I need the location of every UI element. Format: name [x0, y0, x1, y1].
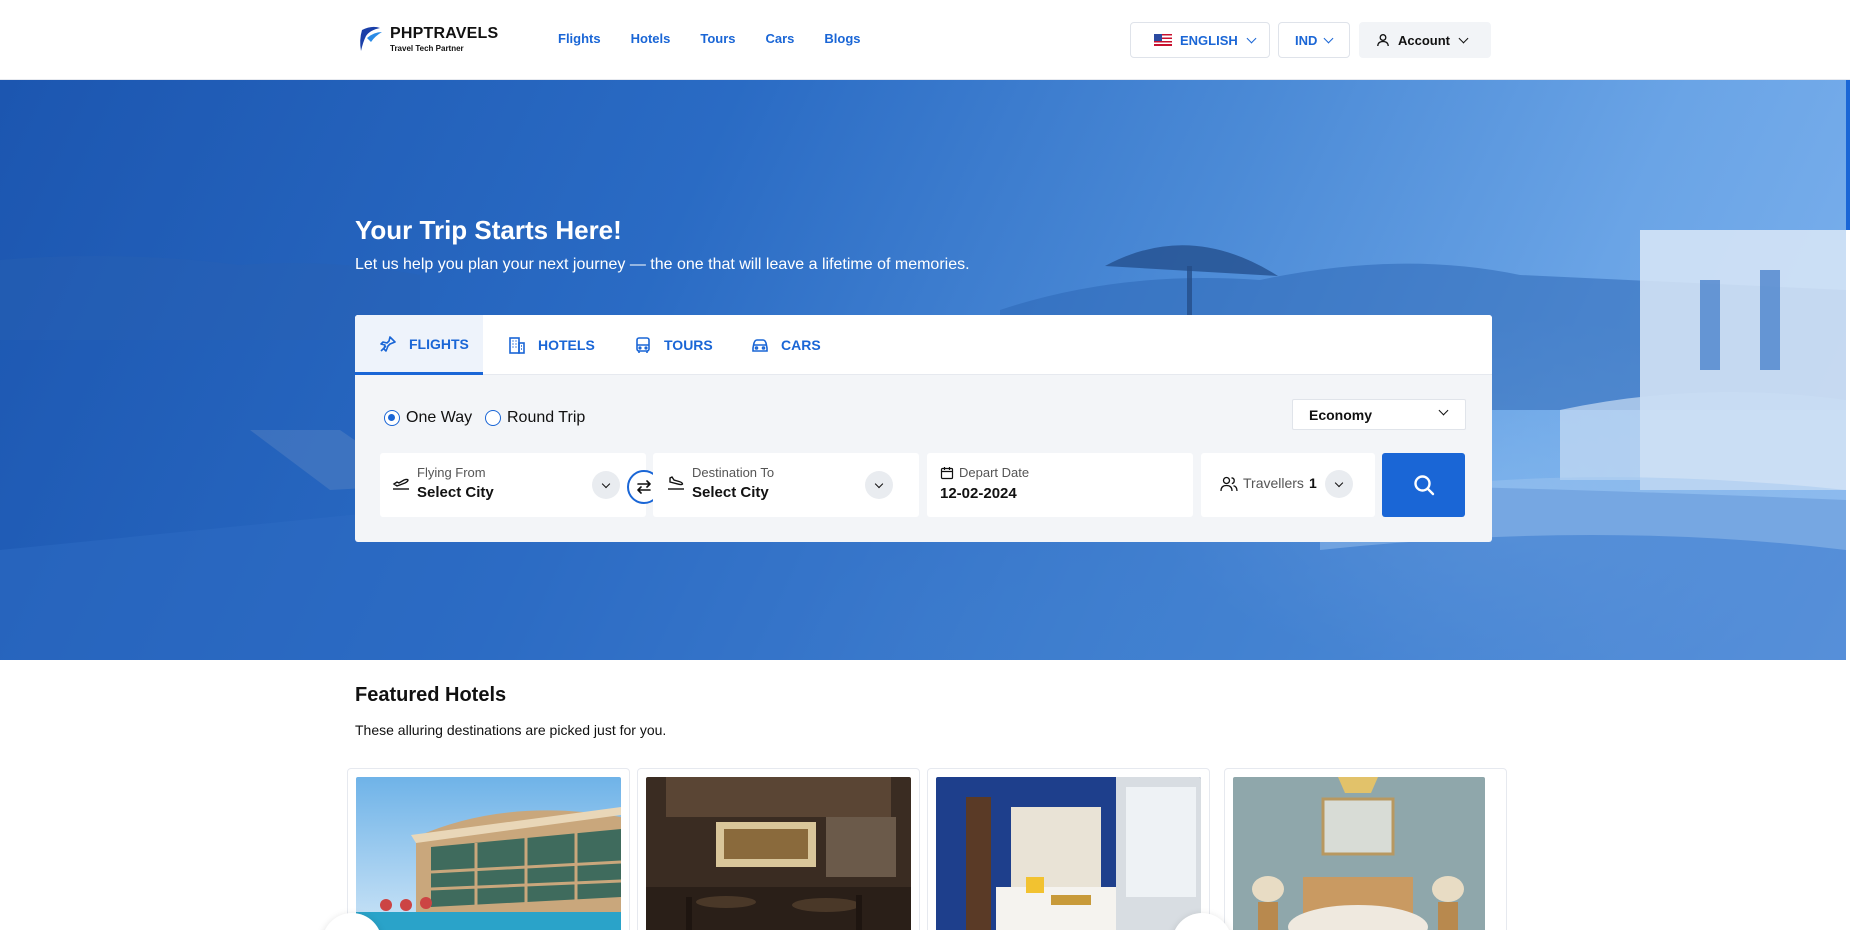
trip-type-one-way[interactable]: One Way — [384, 409, 472, 427]
search-tabs: FLIGHTS HOTELS TOURS CARS — [355, 315, 1492, 375]
main-nav: Flights Hotels Tours Cars Blogs — [558, 31, 861, 46]
landing-icon — [668, 476, 684, 490]
one-way-label: One Way — [406, 409, 473, 426]
hero-subtitle: Let us help you plan your next journey —… — [355, 256, 970, 273]
users-icon — [1220, 476, 1238, 492]
round-trip-radio[interactable] — [485, 410, 501, 426]
cabin-class-select[interactable]: Economy — [1292, 399, 1466, 430]
tab-tours-label: TOURS — [664, 337, 713, 353]
hotel-card[interactable] — [1224, 768, 1507, 930]
destination-value: Select City — [692, 484, 769, 501]
logo-icon — [360, 26, 382, 51]
hotel-card[interactable] — [637, 768, 920, 930]
top-header: PHPTRAVELS Travel Tech Partner Flights H… — [0, 0, 1850, 80]
destination-label: Destination To — [692, 465, 775, 480]
destination-field[interactable]: Destination To Select City — [653, 453, 919, 517]
tab-flights-label: FLIGHTS — [409, 335, 469, 352]
tab-tours[interactable]: TOURS — [633, 315, 713, 375]
hotel-image — [936, 777, 1201, 930]
account-dropdown[interactable]: Account — [1359, 22, 1491, 58]
tab-cars[interactable]: CARS — [750, 315, 821, 375]
round-trip-label: Round Trip — [507, 409, 586, 426]
hotel-icon — [509, 337, 525, 354]
flying-from-value: Select City — [417, 484, 494, 501]
chevron-down-icon — [1334, 478, 1344, 487]
search-button[interactable] — [1382, 453, 1465, 517]
tab-hotels[interactable]: HOTELS — [507, 315, 595, 375]
user-icon — [1377, 34, 1389, 47]
depart-date-field[interactable]: Depart Date 12-02-2024 — [927, 453, 1193, 517]
travellers-label: Travellers — [1243, 475, 1304, 491]
hero-title: Your Trip Starts Here! — [355, 215, 622, 245]
cabin-class-value: Economy — [1309, 406, 1373, 423]
swap-icon — [637, 480, 651, 494]
chevron-down-icon — [1323, 33, 1334, 43]
car-icon — [752, 339, 768, 352]
bus-icon — [636, 337, 650, 353]
plane-icon — [380, 335, 396, 352]
flying-from-label: Flying From — [417, 465, 486, 480]
flying-from-field[interactable]: Flying From Select City — [380, 453, 646, 517]
tab-hotels-label: HOTELS — [538, 337, 595, 353]
hotel-image — [646, 777, 911, 930]
depart-date-value: 12-02-2024 — [940, 485, 1017, 502]
depart-date-label: Depart Date — [959, 465, 1030, 480]
chevron-down-icon — [874, 479, 884, 488]
tab-cars-label: CARS — [781, 337, 821, 353]
hotel-image — [1233, 777, 1485, 930]
calendar-icon — [940, 467, 954, 480]
nav-blogs[interactable]: Blogs — [824, 31, 860, 46]
currency-selector[interactable]: IND — [1278, 22, 1350, 58]
nav-tours[interactable]: Tours — [700, 31, 735, 46]
destination-dropdown[interactable] — [865, 471, 893, 499]
chevron-down-icon — [1438, 405, 1449, 416]
language-selector[interactable]: ENGLISH — [1130, 22, 1270, 58]
chevron-down-icon — [601, 479, 611, 488]
language-label: ENGLISH — [1180, 32, 1238, 48]
travellers-dropdown[interactable] — [1325, 470, 1353, 498]
one-way-radio[interactable] — [384, 410, 400, 426]
brand-tagline: Travel Tech Partner — [390, 43, 464, 53]
nav-flights[interactable]: Flights — [558, 31, 601, 46]
currency-label: IND — [1295, 32, 1318, 48]
nav-hotels[interactable]: Hotels — [631, 31, 671, 46]
brand-logo[interactable]: PHPTRAVELS Travel Tech Partner — [358, 24, 498, 54]
nav-cars[interactable]: Cars — [766, 31, 795, 46]
hotel-card[interactable] — [927, 768, 1210, 930]
search-panel: FLIGHTS HOTELS TOURS CARS One Way Round … — [355, 315, 1492, 542]
takeoff-icon — [392, 478, 409, 490]
brand-name: PHPTRAVELS — [390, 24, 499, 42]
page-scrollbar[interactable] — [1846, 80, 1850, 230]
featured-hotels-title: Featured Hotels — [355, 684, 507, 706]
flying-from-dropdown[interactable] — [592, 471, 620, 499]
flag-us-icon — [1154, 34, 1172, 46]
featured-hotels-subtitle: These alluring destinations are picked j… — [355, 722, 667, 738]
tab-flights[interactable]: FLIGHTS — [355, 315, 483, 375]
chevron-down-icon — [1458, 33, 1469, 43]
chevron-down-icon — [1246, 33, 1257, 43]
trip-type-round-trip[interactable]: Round Trip — [485, 409, 585, 427]
hotel-card[interactable] — [347, 768, 630, 930]
travellers-count: 1 — [1309, 475, 1317, 491]
search-icon — [1413, 475, 1434, 496]
account-label: Account — [1398, 32, 1450, 48]
travellers-field[interactable]: Travellers 1 — [1201, 453, 1375, 517]
hotel-image — [356, 777, 621, 930]
